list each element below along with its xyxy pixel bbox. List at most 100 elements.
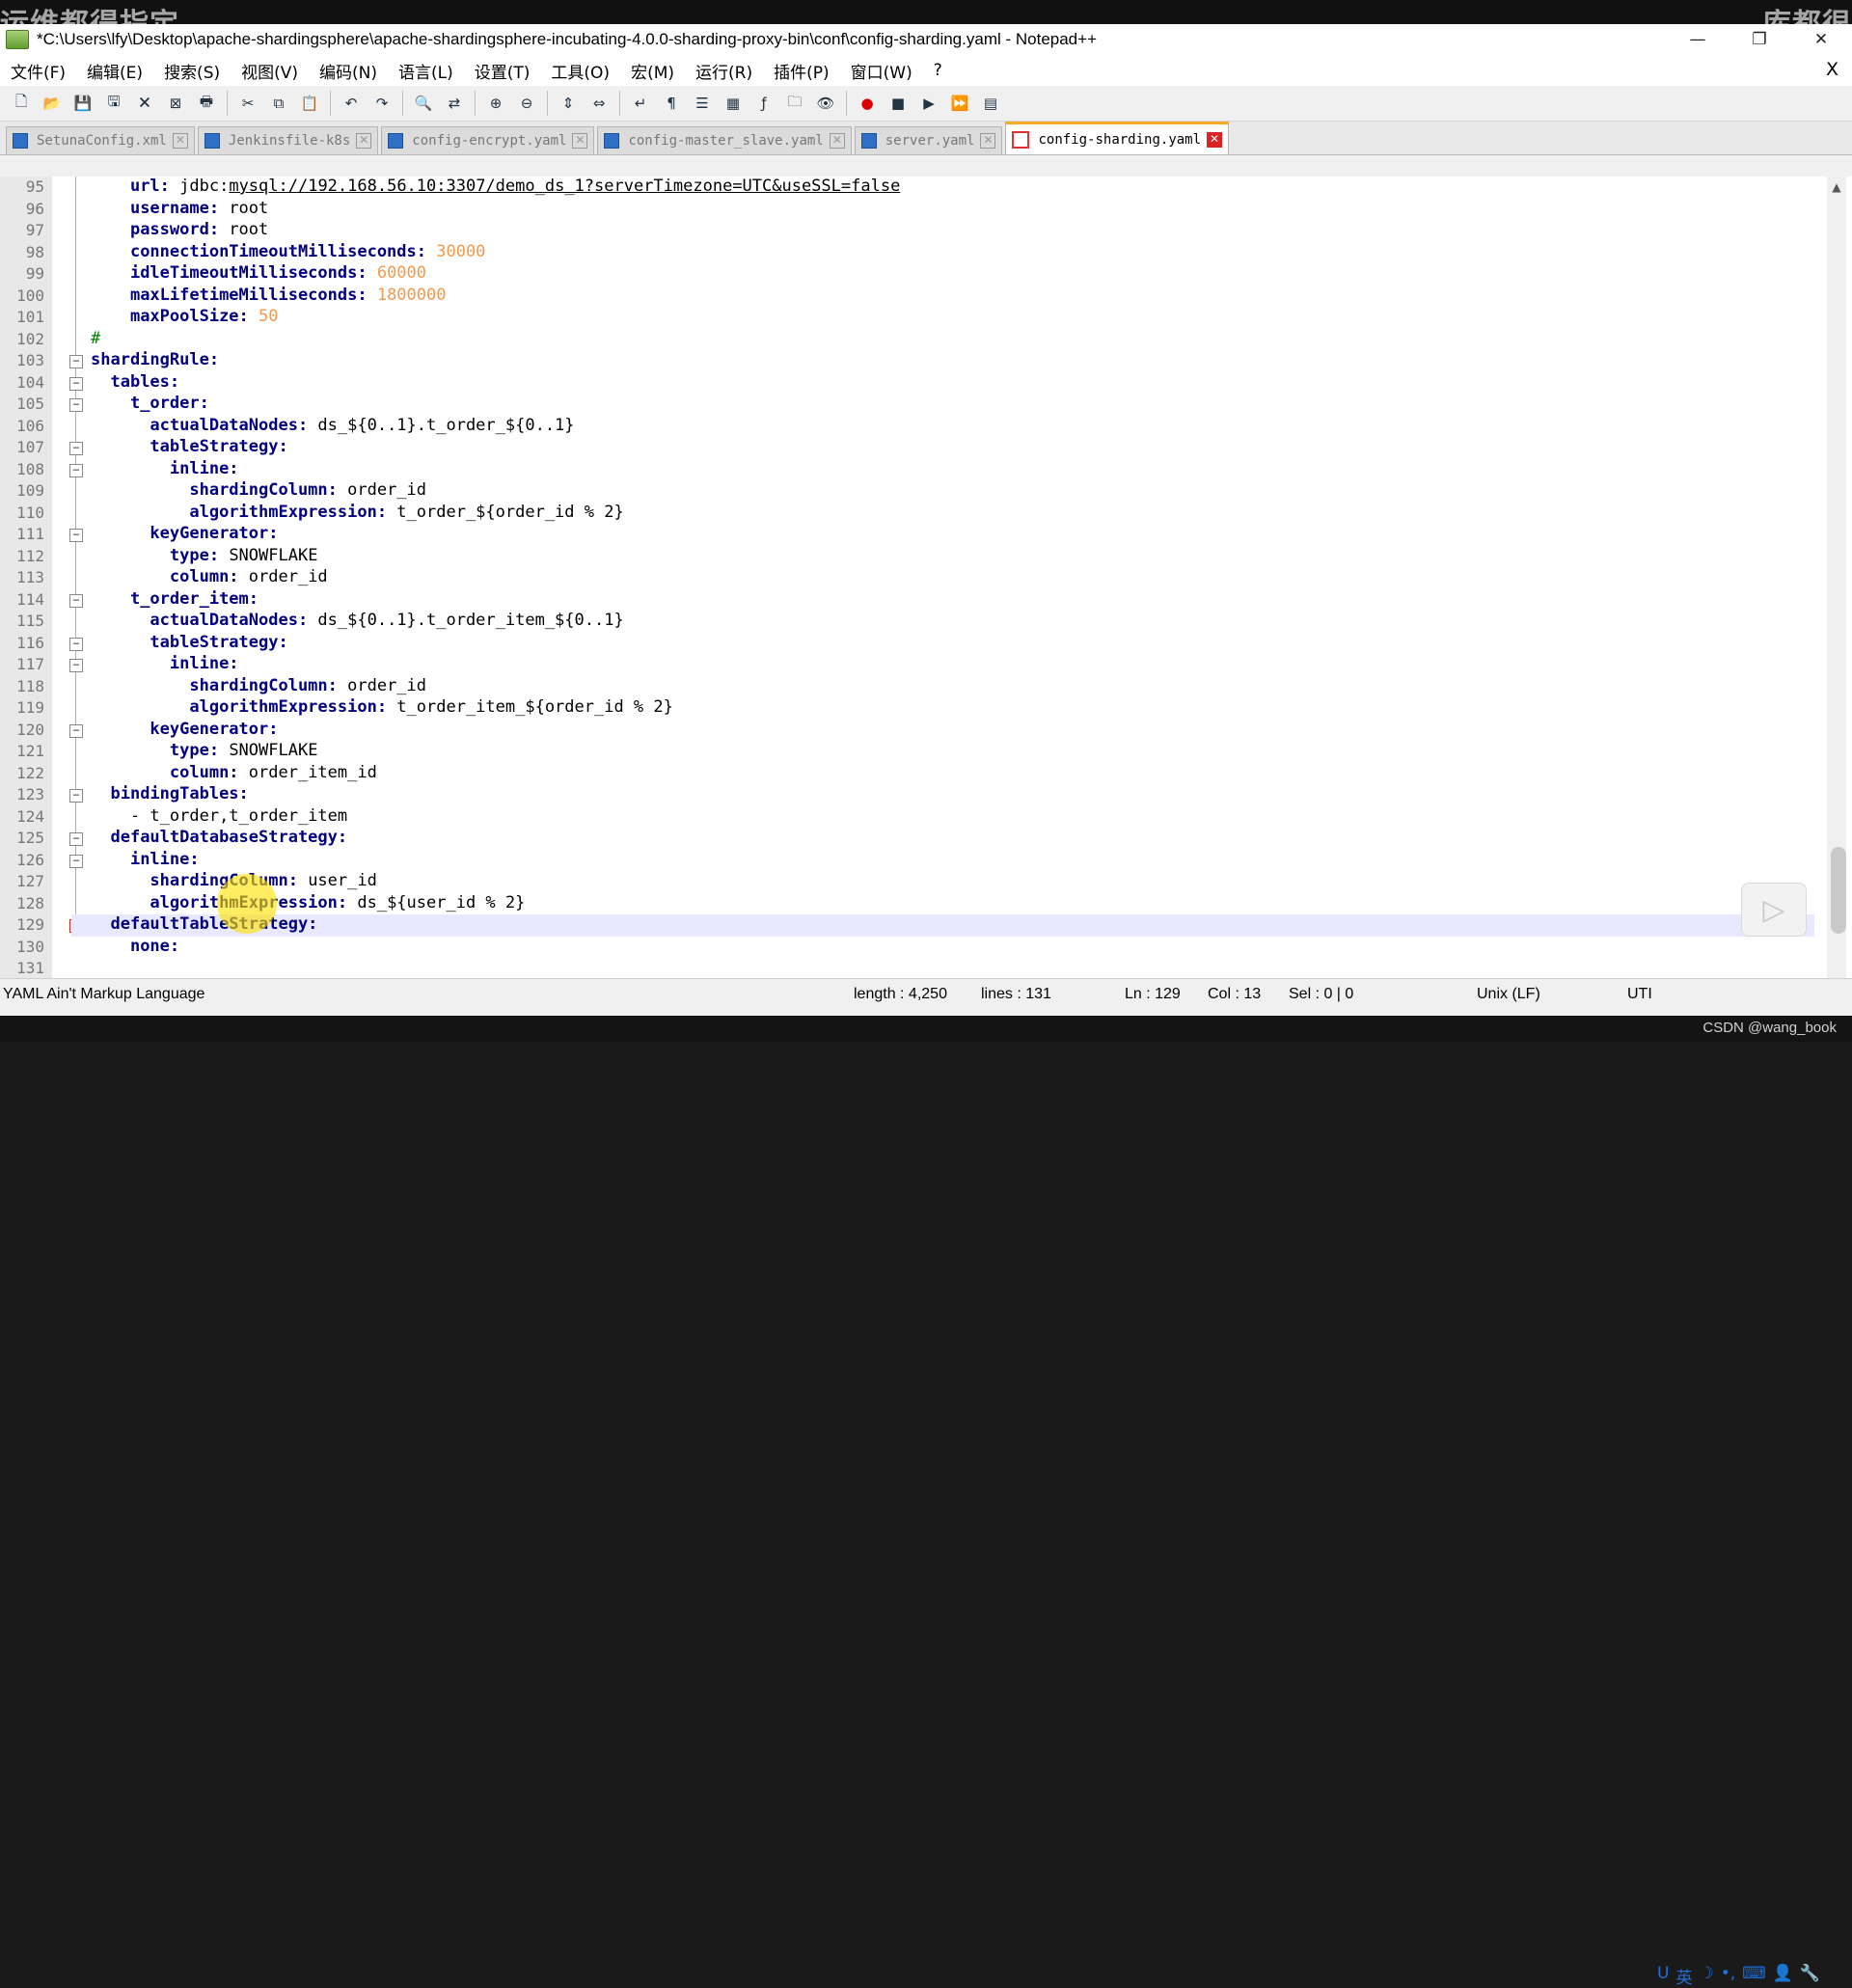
code-line[interactable]: 117 inline: (16, 654, 1814, 676)
fold-toggle-icon[interactable]: − (69, 398, 83, 412)
code-editor[interactable]: −−−−−−−−−−−−−− 95 url: jdbc:mysql://192.… (0, 177, 1852, 1004)
code-line[interactable]: 128 algorithmExpression: ds_${user_id % … (16, 893, 1814, 915)
code-line[interactable]: 120 keyGenerator: (16, 720, 1814, 742)
code-line[interactable]: 116 tableStrategy: (16, 633, 1814, 655)
copy-icon[interactable]: ⧉ (266, 91, 291, 116)
code-line[interactable]: 108 inline: (16, 459, 1814, 481)
menu-item[interactable]: 运行(R) (685, 59, 763, 83)
find-icon[interactable]: 🔍 (411, 91, 436, 116)
code-line[interactable]: 125 defaultDatabaseStrategy: (16, 828, 1814, 850)
close-icon[interactable]: 🗙 (132, 91, 157, 116)
tab-config-sharding-yaml[interactable]: config-sharding.yaml ✕ (1005, 122, 1230, 154)
indent-guide-icon[interactable]: ☰ (690, 91, 715, 116)
current-code-line[interactable]: 129 defaultTableStrategy: (16, 914, 1814, 937)
tab-close-icon[interactable]: ✕ (1207, 131, 1223, 148)
code-line[interactable]: 103 shardingRule: (16, 350, 1814, 372)
cut-icon[interactable]: ✂ (235, 91, 260, 116)
ime-tray-icon[interactable]: ☽ (1699, 1964, 1713, 1988)
scroll-thumb[interactable] (1831, 847, 1846, 934)
code-area[interactable]: 95 url: jdbc:mysql://192.168.56.10:3307/… (16, 177, 1814, 980)
code-line[interactable]: 113 column: order_id (16, 567, 1814, 589)
ime-tray-icon[interactable]: U (1657, 1964, 1669, 1988)
code-line[interactable]: 97 password: root (26, 220, 1814, 242)
close-all-icon[interactable]: ⊠ (163, 91, 188, 116)
new-file-icon[interactable]: 🗋 (9, 91, 34, 116)
stop-macro-icon[interactable]: ■ (885, 91, 911, 116)
save-macro-icon[interactable]: ▤ (978, 91, 1003, 116)
ime-tray-icon[interactable]: ⌨ (1742, 1964, 1766, 1988)
code-line[interactable]: 123 bindingTables: (16, 784, 1814, 806)
menu-item[interactable]: 窗口(W) (840, 59, 923, 83)
record-macro-icon[interactable]: ● (855, 91, 880, 116)
fold-toggle-icon[interactable]: − (69, 637, 83, 651)
zoom-in-icon[interactable]: ⊕ (483, 91, 508, 116)
menu-item[interactable]: 编辑(E) (76, 59, 153, 83)
fold-toggle-icon[interactable]: − (69, 832, 83, 846)
monitor-icon[interactable]: 👁 (813, 91, 838, 116)
code-line[interactable]: 98 connectionTimeoutMilliseconds: 30000 (26, 242, 1814, 264)
paste-icon[interactable]: 📋 (297, 91, 322, 116)
folder-workspace-icon[interactable]: 🗀 (782, 91, 807, 116)
save-icon[interactable]: 💾 (70, 91, 95, 116)
save-all-icon[interactable]: 🖫 (101, 91, 126, 116)
code-line[interactable]: 121 type: SNOWFLAKE (16, 741, 1814, 763)
tab-setunaconfig-xml[interactable]: SetunaConfig.xml ✕ (6, 126, 195, 154)
fold-toggle-icon[interactable]: − (69, 854, 83, 868)
fold-toggle-icon[interactable]: − (69, 789, 83, 803)
run-macro-multiple-icon[interactable]: ⏩ (947, 91, 972, 116)
minimize-button[interactable]: — (1667, 24, 1729, 55)
code-line[interactable]: 114 t_order_item: (16, 589, 1814, 612)
menu-item[interactable]: 宏(M) (620, 59, 685, 83)
tab-server-yaml[interactable]: server.yaml ✕ (854, 126, 1003, 154)
fold-toggle-icon[interactable]: − (69, 529, 83, 542)
fold-toggle-icon[interactable]: − (69, 442, 83, 455)
ime-tray-icon[interactable]: 👤 (1773, 1964, 1793, 1988)
fold-toggle-icon[interactable]: − (69, 723, 83, 738)
code-line[interactable]: 101 maxPoolSize: 50 (16, 307, 1814, 329)
function-list-icon[interactable]: ƒ (751, 91, 776, 116)
code-line[interactable]: 102 # (16, 329, 1814, 351)
ime-tray-icon[interactable]: 🔧 (1800, 1964, 1820, 1988)
menu-item[interactable]: 工具(O) (540, 59, 620, 83)
tab-config-encrypt-yaml[interactable]: config-encrypt.yaml ✕ (381, 126, 595, 154)
print-icon[interactable]: 🖶 (194, 91, 219, 116)
fold-toggle-icon[interactable]: − (69, 659, 83, 672)
show-all-chars-icon[interactable]: ¶ (659, 91, 684, 116)
word-wrap-icon[interactable]: ↵ (628, 91, 653, 116)
sync-horizontal-icon[interactable]: ⇔ (586, 91, 612, 116)
code-line[interactable]: 130 none: (16, 937, 1814, 959)
code-line[interactable]: 131 (16, 958, 1814, 980)
code-line[interactable]: 122 column: order_item_id (16, 763, 1814, 785)
tab-close-icon[interactable]: ✕ (572, 133, 588, 149)
menu-item[interactable]: 设置(T) (464, 59, 541, 83)
tab-close-icon[interactable]: ✕ (172, 133, 188, 149)
code-line[interactable]: 111 keyGenerator: (16, 524, 1814, 546)
tab-close-icon[interactable]: ✕ (829, 133, 845, 149)
tab-close-icon[interactable]: ✕ (980, 133, 996, 149)
vertical-scrollbar[interactable]: ▲ ▼ (1827, 177, 1846, 1002)
code-line[interactable]: 109 shardingColumn: order_id (16, 480, 1814, 503)
menu-item[interactable]: 视图(V) (231, 59, 309, 83)
close-window-button[interactable]: ✕ (1790, 24, 1852, 55)
fold-margin[interactable]: −−−−−−−−−−−−−− (68, 177, 85, 1004)
maximize-button[interactable]: ❐ (1729, 24, 1790, 55)
menu-item[interactable]: 编码(N) (309, 59, 388, 83)
video-play-icon[interactable]: ▷ (1741, 883, 1807, 937)
menu-item[interactable]: 插件(P) (763, 59, 840, 83)
tab-jenkinsfile-k8s[interactable]: Jenkinsfile-k8s ✕ (197, 126, 379, 154)
ime-tray-icon[interactable]: •, (1721, 1964, 1735, 1988)
redo-icon[interactable]: ↷ (369, 91, 395, 116)
tab-config-master-slave-yaml[interactable]: config-master_slave.yaml ✕ (597, 126, 852, 154)
doc-map-icon[interactable]: ▦ (721, 91, 746, 116)
play-macro-icon[interactable]: ▶ (916, 91, 941, 116)
scroll-up-icon[interactable]: ▲ (1829, 180, 1844, 194)
menu-item[interactable]: 搜索(S) (153, 59, 231, 83)
open-file-icon[interactable]: 📂 (40, 91, 65, 116)
replace-icon[interactable]: ⇄ (442, 91, 467, 116)
fold-toggle-icon[interactable]: − (69, 463, 83, 477)
code-line[interactable]: 105 t_order: (16, 394, 1814, 416)
code-line[interactable]: 124 - t_order,t_order_item (16, 806, 1814, 829)
code-line[interactable]: 107 tableStrategy: (16, 437, 1814, 459)
code-line[interactable]: 112 type: SNOWFLAKE (16, 546, 1814, 568)
menu-item[interactable]: 语言(L) (388, 59, 464, 83)
